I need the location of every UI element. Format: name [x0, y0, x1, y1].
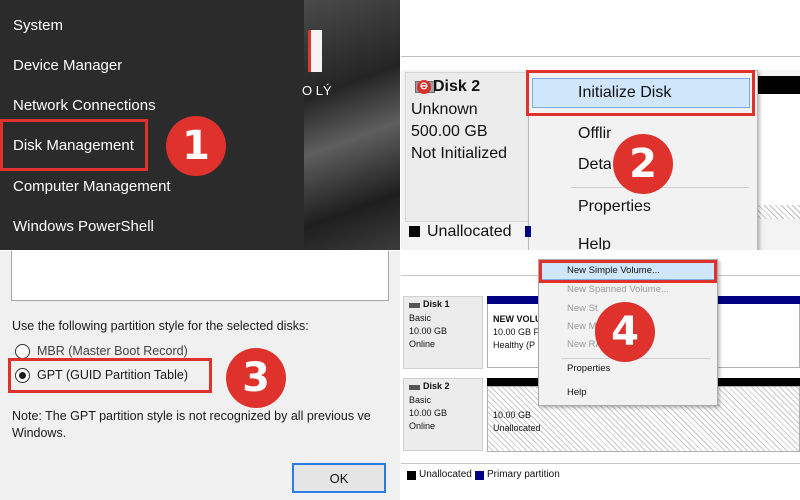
legend-primary-swatch [475, 471, 484, 480]
volume-name: NEW VOLU [493, 314, 542, 324]
step-badge-3: 3 [226, 348, 286, 408]
menu-item-computer-management[interactable]: Computer Management [13, 178, 171, 195]
partition-style-instruction: Use the following partition style for th… [12, 319, 309, 333]
unallocated-bar [756, 76, 800, 94]
legend-unallocated-label: Unallocated [427, 223, 512, 240]
step3-panel: Use the following partition style for th… [0, 251, 400, 500]
menu-item-windows-powershell[interactable]: Windows PowerShell [13, 218, 154, 235]
unallocated-label: Unallocated [493, 423, 541, 433]
disk1-size: 10.00 GB [409, 326, 448, 336]
disk-name: Disk 2 [433, 78, 481, 95]
disk1-status: Online [409, 339, 436, 349]
disk2-type: Basic [409, 395, 432, 405]
note-text: Note: The GPT partition style is not rec… [12, 409, 371, 423]
step2-panel: ⊖ Disk 2 Unknown 500.00 GB Not Initializ… [401, 0, 800, 250]
menu-item-device-manager[interactable]: Device Manager [13, 57, 122, 74]
menu-item-new-mirrored-volume: New M [567, 321, 597, 332]
desktop-icon-label: O LÝ [302, 83, 332, 98]
disk-region[interactable] [756, 94, 800, 219]
menu-item-properties[interactable]: Properties [567, 363, 610, 374]
legend-unallocated-swatch [407, 471, 416, 480]
step4-panel: Disk 1 Basic 10.00 GB Online NEW VOLU 10… [401, 251, 800, 500]
highlight-disk-management [0, 119, 148, 171]
menu-item-new-striped-volume: New St [567, 303, 598, 314]
menu-item-new-spanned-volume: New Spanned Volume... [567, 284, 669, 295]
ok-button[interactable]: OK [292, 463, 386, 493]
radio-mbr[interactable] [15, 344, 30, 359]
panel-divider-horizontal [0, 250, 800, 251]
disk-icon [409, 303, 420, 308]
disk2-status: Online [409, 421, 436, 431]
label-mbr[interactable]: MBR (Master Boot Record) [37, 344, 188, 358]
disk-icon [409, 385, 420, 390]
menu-item-properties[interactable]: Properties [578, 198, 651, 216]
desktop-file-icon[interactable] [308, 30, 322, 72]
menu-item-offline[interactable]: Offline [578, 125, 611, 143]
disk-status: Not Initialized [411, 145, 508, 162]
unallocated-hatch [756, 205, 800, 219]
disk1-name: Disk 1 [423, 299, 450, 309]
note-text-cont: Windows. [12, 426, 67, 440]
unallocated-size: 10.00 GB [493, 410, 532, 420]
disk2-name: Disk 2 [423, 381, 450, 391]
step1-panel: System Device Manager Network Connection… [0, 0, 400, 250]
legend-unallocated-swatch [409, 226, 420, 237]
menu-item-network-connections[interactable]: Network Connections [13, 97, 156, 114]
disk-size: 500.00 GB [411, 123, 488, 140]
legend-unallocated-label: Unallocated [419, 469, 472, 480]
volume-list-area [401, 0, 800, 70]
volume-size: 10.00 GB F [493, 327, 540, 337]
disk-list-box[interactable] [11, 251, 389, 301]
step-badge-1: 1 [166, 116, 226, 176]
highlight-initialize-disk [526, 70, 755, 116]
highlight-gpt-option [8, 358, 212, 393]
menu-item-system[interactable]: System [13, 17, 63, 34]
disk2-size: 10.00 GB [409, 408, 448, 418]
menu-item-details[interactable]: Details [578, 156, 611, 174]
legend-primary-label: Primary partition [487, 469, 560, 480]
legend-primary-swatch [525, 226, 531, 237]
error-icon: ⊖ [417, 80, 431, 94]
menu-item-help[interactable]: Help [567, 387, 587, 398]
step-badge-2: 2 [613, 134, 673, 194]
disk1-type: Basic [409, 313, 432, 323]
disk-type: Unknown [411, 101, 478, 118]
highlight-new-simple-volume [539, 260, 717, 283]
volume-health: Healthy (P [493, 340, 536, 350]
divider [401, 463, 800, 464]
divider [401, 56, 800, 57]
step-badge-4: 4 [595, 302, 655, 362]
menu-item-help[interactable]: Help [578, 236, 611, 250]
